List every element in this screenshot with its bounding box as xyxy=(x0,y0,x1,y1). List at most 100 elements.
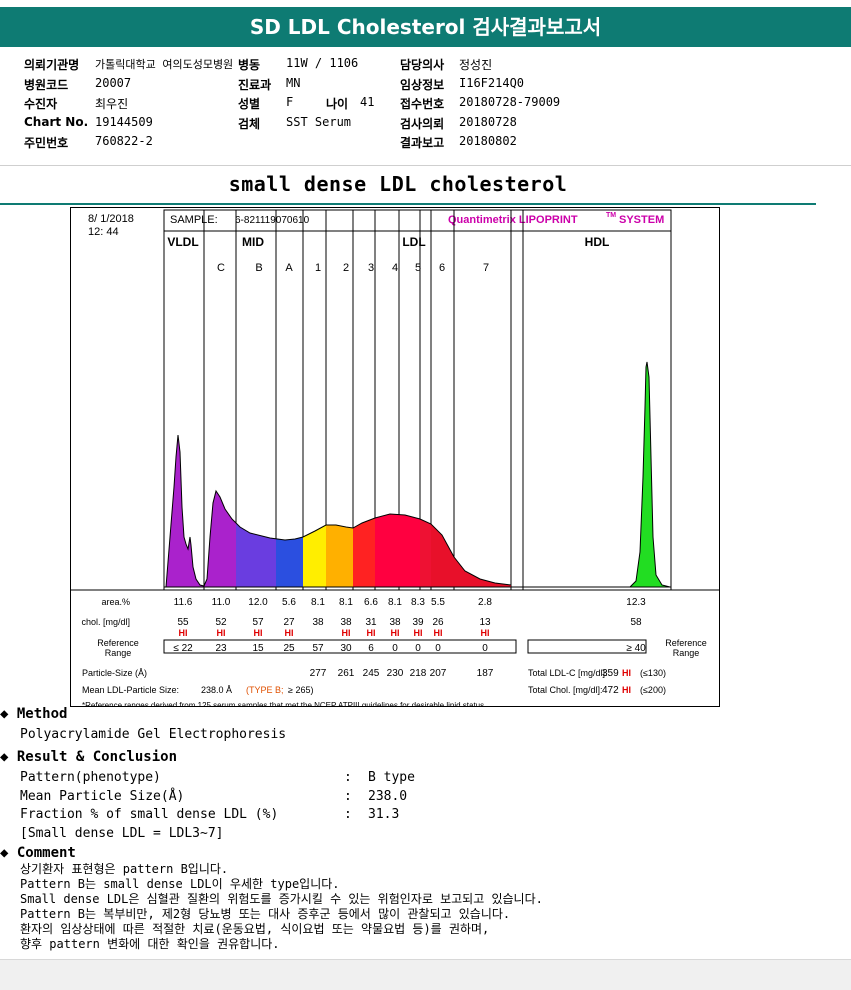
mean-value: 238.0 Å xyxy=(201,685,232,695)
info-label: 결과보고 xyxy=(400,136,445,150)
area-value: 8.1 xyxy=(388,597,402,608)
info-label: 검사의뢰 xyxy=(400,117,445,131)
group-label: MID xyxy=(242,235,264,249)
info-label: 병동 xyxy=(238,58,261,72)
chol-value: 38 xyxy=(340,617,352,628)
group-label: HDL xyxy=(585,235,610,249)
info-value: MN xyxy=(286,76,301,90)
area-value: 11.6 xyxy=(174,597,193,608)
info-label: 검체 xyxy=(238,117,261,131)
info-value: 11W / 1106 xyxy=(286,56,359,70)
info-label: 병원코드 xyxy=(24,78,69,92)
report-title: SD LDL Cholesterol 검사결과보고서 xyxy=(0,7,851,47)
band-label: 7 xyxy=(483,262,489,274)
system-suffix: SYSTEM xyxy=(619,214,664,226)
particle-value: 187 xyxy=(477,668,494,679)
total-ldl-ref: (≤130) xyxy=(640,668,666,678)
comment-line: 환자의 임상상태에 따른 적절한 치료(운동요법, 식이요법 또는 약물요법 등… xyxy=(20,922,490,936)
chol-value: 52 xyxy=(215,617,227,628)
result-colon: : xyxy=(344,770,352,785)
total-ldl-value: 359 xyxy=(602,668,619,679)
hi-flag: HI xyxy=(367,628,376,638)
divider xyxy=(0,165,851,166)
profile-band-area xyxy=(375,514,399,587)
result-label: Mean Particle Size(Å) xyxy=(20,789,185,804)
method-text: Polyacrylamide Gel Electrophoresis xyxy=(20,727,287,742)
info-value: 20180728-79009 xyxy=(459,95,561,109)
lipoprint-chart: 8/ 1/2018 12: 44 SAMPLE: 6-821119070610 … xyxy=(70,207,720,707)
area-value: 5.5 xyxy=(431,597,445,608)
info-label: Chart No. xyxy=(24,115,89,129)
ref-value: 6 xyxy=(368,643,374,654)
ref-value: 0 xyxy=(415,643,421,654)
area-value: 5.6 xyxy=(282,597,296,608)
profile-band-area xyxy=(276,537,303,587)
method-heading-text: Method xyxy=(16,706,68,722)
system-tm: TM xyxy=(606,212,616,219)
ref-value: 0 xyxy=(435,643,441,654)
profile-band-area xyxy=(326,525,353,587)
hi-flag: HI xyxy=(622,668,631,678)
section-title: small dense LDL cholesterol xyxy=(228,172,568,196)
chol-value: 38 xyxy=(312,617,324,628)
result-label: Pattern(phenotype) xyxy=(20,770,161,785)
info-label: 주민번호 xyxy=(24,136,69,150)
hi-flag: HI xyxy=(481,628,490,638)
hi-flag: HI xyxy=(285,628,294,638)
band-label: C xyxy=(217,262,225,274)
info-value: 19144509 xyxy=(95,115,153,129)
band-label: B xyxy=(255,262,262,274)
mean-ref: ≥ 265) xyxy=(288,685,313,695)
info-label: 수진자 xyxy=(24,97,58,111)
result-heading-text: Result & Conclusion xyxy=(16,749,178,765)
profile-band-area xyxy=(353,518,375,587)
total-chol-value: 472 xyxy=(602,685,619,696)
comment-line: 향후 pattern 변화에 대한 확인을 권유합니다. xyxy=(20,937,280,951)
chol-value: 13 xyxy=(479,617,491,628)
band-label: 3 xyxy=(368,262,374,274)
area-value: 12.0 xyxy=(248,597,268,608)
comment-line: Pattern B는 small dense LDL이 우세한 type입니다. xyxy=(20,877,340,891)
result-label: Fraction % of small dense LDL (%) xyxy=(20,807,279,822)
area-value: 12.3 xyxy=(626,597,646,608)
info-value: 가톨릭대학교 여의도성모병원 xyxy=(95,58,234,71)
hi-flag: HI xyxy=(254,628,263,638)
footnote: *Reference ranges derived from 125 serum… xyxy=(82,701,484,707)
particle-value: 218 xyxy=(410,668,427,679)
chol-value: 38 xyxy=(389,617,401,628)
band-label: 4 xyxy=(392,262,398,274)
info-label: 진료과 xyxy=(238,78,272,92)
diamond-icon: ◆ xyxy=(0,845,17,861)
hi-flag: HI xyxy=(217,628,226,638)
info-label: 나이 xyxy=(326,97,349,111)
page-footer-bar xyxy=(0,959,851,990)
info-value: 41 xyxy=(360,95,375,109)
particle-value: 207 xyxy=(430,668,447,679)
particle-value: 230 xyxy=(387,668,404,679)
total-chol-ref: (≤200) xyxy=(640,685,666,695)
info-label: 성별 xyxy=(238,97,261,111)
patient-info: 의뢰기관명 가톨릭대학교 여의도성모병원 병원코드 20007 수진자 최우진 … xyxy=(0,52,851,162)
result-value: B type xyxy=(368,770,415,785)
hi-flag: HI xyxy=(179,628,188,638)
area-value: 8.3 xyxy=(411,597,425,608)
comment-line: 상기환자 표현형은 pattern B입니다. xyxy=(20,862,229,876)
chol-value: 39 xyxy=(412,617,424,628)
chol-label: chol. [mg/dl] xyxy=(81,617,130,627)
chart-date: 8/ 1/2018 xyxy=(88,213,134,225)
ref-value: 0 xyxy=(482,643,488,654)
ref-label-line: Range xyxy=(105,648,132,658)
hi-flag: HI xyxy=(434,628,443,638)
info-value: I16F214Q0 xyxy=(459,76,525,90)
chol-value: 57 xyxy=(252,617,264,628)
ref-value: ≤ 22 xyxy=(173,643,193,654)
area-value: 2.8 xyxy=(478,597,492,608)
chol-value: 31 xyxy=(365,617,377,628)
hi-flag: HI xyxy=(342,628,351,638)
result-colon: : xyxy=(344,807,352,822)
info-value: 최우진 xyxy=(95,97,129,111)
mean-type: (TYPE B; xyxy=(246,685,284,695)
ref-value: 25 xyxy=(283,643,295,654)
group-label: LDL xyxy=(402,235,425,249)
divider xyxy=(0,203,816,205)
